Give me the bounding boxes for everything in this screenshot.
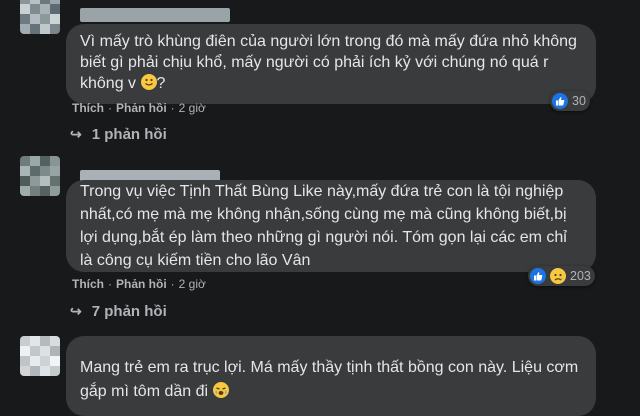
view-replies-link[interactable]: ↪ 1 phản hồi <box>70 126 167 143</box>
comment-bubble: Vì mấy trò khùng điên của người lớn tron… <box>66 24 596 104</box>
comment-text: Mang trẻ em ra trục lợi. Má mấy thầy tịn… <box>80 359 579 400</box>
reaction-summary[interactable]: 30 <box>550 91 590 111</box>
comment-bubble: Trong vụ việc Tịnh Thất Bùng Like này,mấ… <box>66 180 596 272</box>
avatar[interactable] <box>20 336 60 376</box>
face-with-tears-icon <box>212 382 229 398</box>
reply-arrow-icon: ↪ <box>70 303 82 319</box>
comment-bubble: Mang trẻ em ra trục lợi. Má mấy thầy tịn… <box>66 336 596 416</box>
sad-icon <box>550 268 566 284</box>
reaction-summary[interactable]: 203 <box>528 266 595 286</box>
like-link[interactable]: Thích <box>72 101 104 115</box>
like-icon <box>530 268 546 284</box>
timestamp[interactable]: 2 giờ <box>179 277 206 291</box>
avatar[interactable] <box>20 0 60 34</box>
comment-text: Vì mấy trò khùng điên của người lớn tron… <box>80 33 577 92</box>
reply-arrow-icon: ↪ <box>70 126 82 142</box>
reaction-count: 203 <box>570 269 591 283</box>
comment-actions: Thích · Phản hồi · 2 giờ <box>72 277 206 291</box>
replies-label: 7 phản hồi <box>91 303 167 320</box>
timestamp[interactable]: 2 giờ <box>179 101 206 115</box>
like-icon <box>552 93 568 109</box>
reaction-count: 30 <box>572 94 586 108</box>
avatar[interactable] <box>20 156 60 196</box>
like-link[interactable]: Thích <box>72 277 104 291</box>
comment-text: Trong vụ việc Tịnh Thất Bùng Like này,mấ… <box>80 183 567 269</box>
reply-link[interactable]: Phản hồi <box>116 101 167 115</box>
replies-label: 1 phản hồi <box>91 126 167 143</box>
slightly-smiling-face-icon <box>140 74 157 90</box>
commenter-name-redacted[interactable] <box>80 8 230 22</box>
comment-actions: Thích · Phản hồi · 2 giờ <box>72 101 206 115</box>
reply-link[interactable]: Phản hồi <box>116 277 167 291</box>
view-replies-link[interactable]: ↪ 7 phản hồi <box>70 303 167 320</box>
